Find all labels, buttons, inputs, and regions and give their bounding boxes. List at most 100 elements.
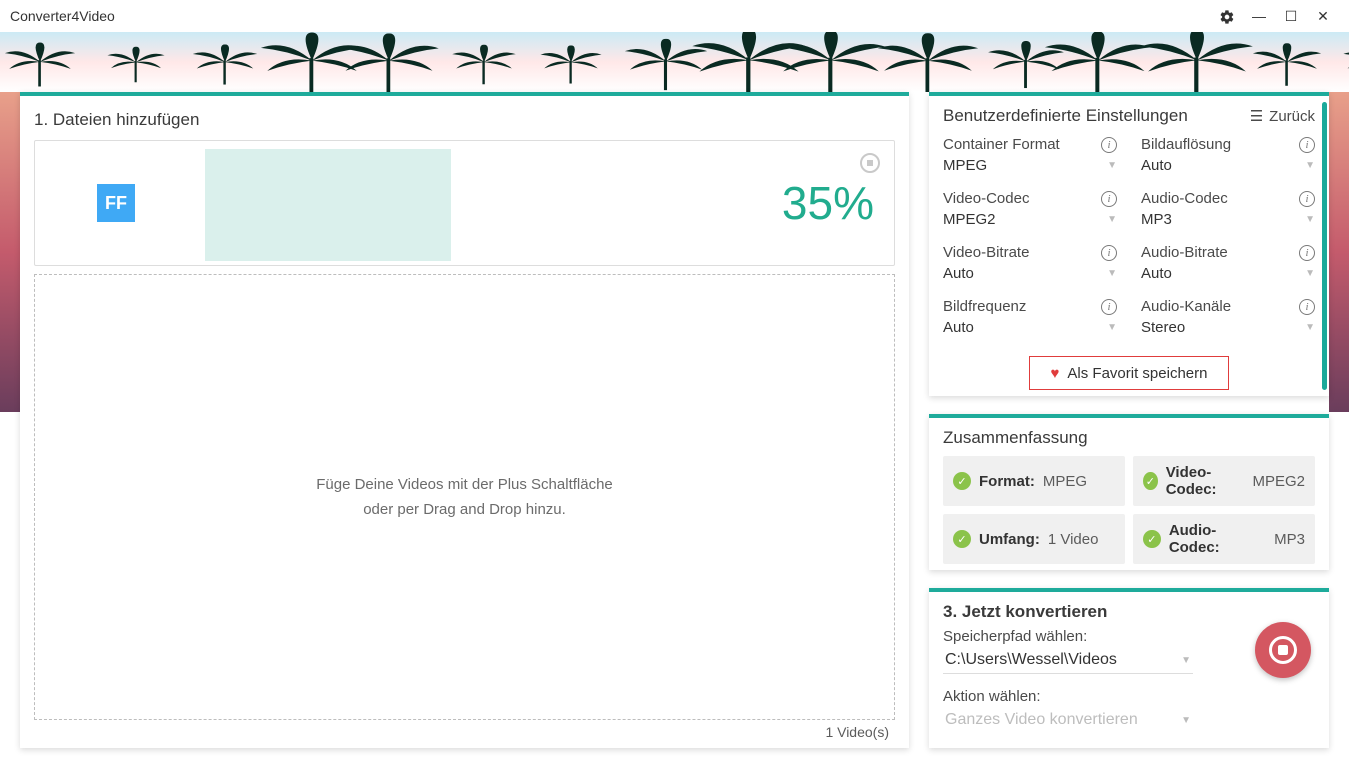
setting-left-2: Video-BitrateiAuto▼ bbox=[943, 242, 1117, 292]
setting-label: Bildfrequenzi bbox=[943, 296, 1117, 317]
setting-label: Video-Codeci bbox=[943, 188, 1117, 209]
summary-panel: Zusammenfassung ✓ Format: MPEG ✓ Video-Code… bbox=[929, 414, 1329, 570]
setting-right-0: BildauflösungiAuto▼ bbox=[1141, 134, 1315, 184]
check-icon: ✓ bbox=[953, 472, 971, 490]
stop-icon[interactable] bbox=[860, 153, 880, 173]
summary-item-0: ✓ Format: MPEG bbox=[943, 456, 1125, 506]
files-panel: 1. Dateien hinzufügen FF 35% Füge Deine … bbox=[20, 92, 909, 748]
summary-label: Video-Codec: bbox=[1166, 464, 1245, 498]
setting-dropdown[interactable]: Auto▼ bbox=[1141, 263, 1315, 292]
chevron-down-icon: ▼ bbox=[1107, 268, 1117, 279]
summary-label: Format: bbox=[979, 473, 1035, 490]
video-count: 1 Video(s) bbox=[34, 720, 895, 742]
summary-value: MPEG2 bbox=[1252, 473, 1305, 490]
chevron-down-icon: ▼ bbox=[1181, 715, 1191, 726]
chevron-down-icon: ▼ bbox=[1305, 214, 1315, 225]
setting-label: Container Formati bbox=[943, 134, 1117, 155]
check-icon: ✓ bbox=[953, 530, 971, 548]
app-title: Converter4Video bbox=[10, 8, 115, 24]
info-icon[interactable]: i bbox=[1101, 245, 1117, 261]
maximize-button[interactable]: ☐ bbox=[1275, 8, 1307, 25]
palm-icon bbox=[97, 47, 175, 83]
drop-hint-line2: oder per Drag and Drop hinzu. bbox=[363, 501, 566, 518]
summary-value: 1 Video bbox=[1048, 531, 1099, 548]
palm-icon bbox=[440, 45, 527, 85]
palm-icon bbox=[0, 43, 88, 87]
gear-icon[interactable] bbox=[1211, 7, 1243, 24]
drop-hint-line1: Füge Deine Videos mit der Plus Schaltflä… bbox=[316, 476, 613, 493]
setting-dropdown[interactable]: Auto▼ bbox=[1141, 155, 1315, 184]
palm-icon bbox=[321, 33, 457, 92]
chevron-down-icon: ▼ bbox=[1181, 655, 1191, 666]
close-button[interactable]: ✕ bbox=[1307, 8, 1339, 25]
heart-icon: ♥ bbox=[1051, 365, 1060, 382]
settings-title: Benutzerdefinierte Einstellungen bbox=[943, 106, 1188, 126]
action-value: Ganzes Video konvertieren bbox=[945, 711, 1138, 729]
info-icon[interactable]: i bbox=[1299, 191, 1315, 207]
action-select[interactable]: Ganzes Video konvertieren ▼ bbox=[943, 705, 1193, 733]
chevron-down-icon: ▼ bbox=[1305, 268, 1315, 279]
setting-left-3: BildfrequenziAuto▼ bbox=[943, 296, 1117, 346]
setting-left-0: Container FormatiMPEG▼ bbox=[943, 134, 1117, 184]
summary-value: MPEG bbox=[1043, 473, 1087, 490]
setting-dropdown[interactable]: Stereo▼ bbox=[1141, 317, 1315, 346]
info-icon[interactable]: i bbox=[1101, 191, 1117, 207]
action-label: Aktion wählen: bbox=[943, 688, 1315, 705]
settings-panel: Benutzerdefinierte Einstellungen ☰ Zurüc… bbox=[929, 92, 1329, 396]
check-icon: ✓ bbox=[1143, 472, 1158, 490]
setting-label: Audio-Kanälei bbox=[1141, 296, 1315, 317]
titlebar: Converter4Video — ☐ ✕ bbox=[0, 0, 1349, 32]
record-stop-icon bbox=[1269, 636, 1297, 664]
palm-icon bbox=[1240, 43, 1333, 86]
save-favorite-label: Als Favorit speichern bbox=[1067, 365, 1207, 382]
back-label: Zurück bbox=[1269, 108, 1315, 125]
chevron-down-icon: ▼ bbox=[1107, 160, 1117, 171]
setting-dropdown[interactable]: Auto▼ bbox=[943, 317, 1117, 346]
setting-right-1: Audio-CodeciMP3▼ bbox=[1141, 188, 1315, 238]
check-icon: ✓ bbox=[1143, 530, 1161, 548]
menu-icon: ☰ bbox=[1250, 107, 1263, 125]
summary-title: Zusammenfassung bbox=[943, 428, 1315, 448]
chevron-down-icon: ▼ bbox=[1305, 160, 1315, 171]
file-row[interactable]: FF 35% bbox=[34, 140, 895, 266]
chevron-down-icon: ▼ bbox=[1107, 322, 1117, 333]
record-stop-button[interactable] bbox=[1255, 622, 1311, 678]
progress-percent: 35% bbox=[782, 176, 874, 230]
setting-dropdown[interactable]: MPEG2▼ bbox=[943, 209, 1117, 238]
palm-icon bbox=[529, 45, 612, 83]
palm-icon bbox=[1331, 44, 1349, 85]
setting-label: Bildauflösungi bbox=[1141, 134, 1315, 155]
summary-item-1: ✓ Video-Codec: MPEG2 bbox=[1133, 456, 1315, 506]
drop-zone[interactable]: Füge Deine Videos mit der Plus Schaltflä… bbox=[34, 274, 895, 720]
minimize-button[interactable]: — bbox=[1243, 8, 1275, 24]
setting-dropdown[interactable]: MP3▼ bbox=[1141, 209, 1315, 238]
setting-right-2: Audio-BitrateiAuto▼ bbox=[1141, 242, 1315, 292]
summary-item-3: ✓ Audio-Codec: MP3 bbox=[1133, 514, 1315, 564]
chevron-down-icon: ▼ bbox=[1305, 322, 1315, 333]
setting-label: Audio-Codeci bbox=[1141, 188, 1315, 209]
summary-label: Audio-Codec: bbox=[1169, 522, 1266, 556]
banner: // deferred: palms drawn via CSS/SVG bel… bbox=[0, 32, 1349, 92]
save-favorite-button[interactable]: ♥ Als Favorit speichern bbox=[1029, 356, 1229, 390]
file-format-icon: FF bbox=[97, 184, 135, 222]
content: 1. Dateien hinzufügen FF 35% Füge Deine … bbox=[0, 92, 1349, 768]
summary-item-2: ✓ Umfang: 1 Video bbox=[943, 514, 1125, 564]
info-icon[interactable]: i bbox=[1101, 137, 1117, 153]
setting-dropdown[interactable]: Auto▼ bbox=[943, 263, 1117, 292]
progress-bar bbox=[205, 149, 451, 261]
path-value: C:\Users\Wessel\Videos bbox=[945, 651, 1117, 669]
setting-dropdown[interactable]: MPEG▼ bbox=[943, 155, 1117, 184]
setting-left-1: Video-CodeciMPEG2▼ bbox=[943, 188, 1117, 238]
path-select[interactable]: C:\Users\Wessel\Videos ▼ bbox=[943, 645, 1193, 674]
info-icon[interactable]: i bbox=[1101, 299, 1117, 315]
info-icon[interactable]: i bbox=[1299, 299, 1315, 315]
summary-label: Umfang: bbox=[979, 531, 1040, 548]
files-panel-title: 1. Dateien hinzufügen bbox=[34, 110, 895, 130]
back-button[interactable]: ☰ Zurück bbox=[1250, 107, 1315, 125]
settings-scrollbar[interactable] bbox=[1322, 102, 1327, 390]
setting-right-3: Audio-KanäleiStereo▼ bbox=[1141, 296, 1315, 346]
info-icon[interactable]: i bbox=[1299, 245, 1315, 261]
summary-value: MP3 bbox=[1274, 531, 1305, 548]
convert-title: 3. Jetzt konvertieren bbox=[943, 602, 1315, 622]
info-icon[interactable]: i bbox=[1299, 137, 1315, 153]
